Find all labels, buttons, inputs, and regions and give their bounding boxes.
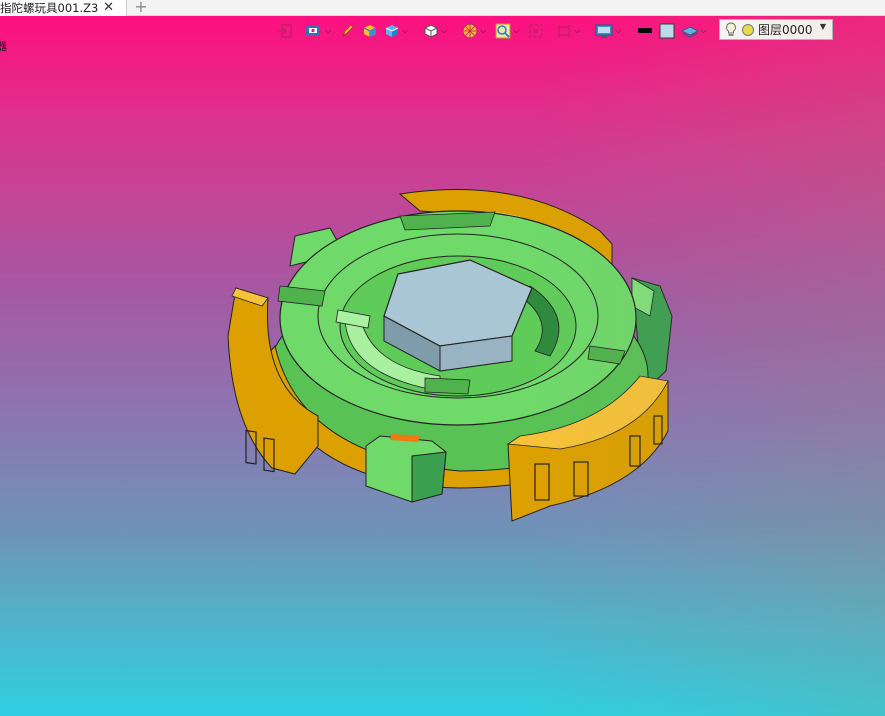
fidget-spinner-model[interactable] (0, 16, 885, 716)
tab-bar: 指陀螺玩具001.Z3 ✕ + (0, 0, 885, 16)
document-tab[interactable]: 指陀螺玩具001.Z3 ✕ (0, 0, 127, 16)
new-tab-icon[interactable]: + (134, 0, 148, 16)
green-tab-front-face (411, 451, 447, 503)
tab-close-icon[interactable]: ✕ (103, 0, 114, 16)
3d-viewport[interactable]: 器 ⌵ ⌵ ⌵ ⌵ ⌵ ⌵ ⌵ ⌵ 图层0000 ▼ (0, 16, 885, 716)
document-tab-label: 指陀螺玩具001.Z3 (0, 1, 99, 15)
green-slot-bottom (424, 377, 471, 395)
